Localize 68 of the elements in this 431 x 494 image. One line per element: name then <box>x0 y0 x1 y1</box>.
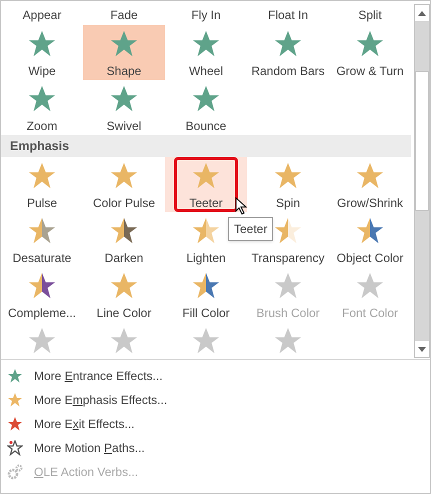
effect-label[interactable]: Compleme... <box>8 306 76 321</box>
tooltip: Teeter <box>228 217 274 241</box>
star-icon <box>355 161 385 191</box>
star-outline-icon <box>7 440 23 456</box>
effect-label[interactable]: Darken <box>104 251 144 266</box>
gears-icon <box>7 464 23 480</box>
star-icon <box>109 216 139 246</box>
effect-label[interactable]: Fly In <box>191 8 221 23</box>
star-icon <box>7 392 23 408</box>
down-arrow-icon <box>418 346 426 352</box>
star-icon <box>27 29 57 59</box>
menu-item[interactable]: More Emphasis Effects... <box>1 388 430 412</box>
star-icon <box>355 29 385 59</box>
star-icon <box>355 216 385 246</box>
star-icon <box>27 161 57 191</box>
effect-label[interactable]: Grow & Turn <box>336 64 404 79</box>
effect-label[interactable]: Lighten <box>186 251 226 266</box>
star-icon <box>109 161 139 191</box>
effect-label[interactable]: Appear <box>22 8 62 23</box>
star-icon <box>7 416 23 432</box>
section-header: Emphasis <box>1 135 411 157</box>
effect-label[interactable]: Zoom <box>26 119 58 134</box>
effect-label[interactable]: Fade <box>110 8 138 23</box>
effect-label[interactable]: Swivel <box>106 119 142 134</box>
star-icon <box>27 216 57 246</box>
star-icon <box>27 84 57 114</box>
scroll-thumb[interactable] <box>415 71 429 211</box>
up-arrow-icon <box>418 10 426 16</box>
effect-label[interactable]: Random Bars <box>251 64 325 79</box>
star-icon <box>109 29 139 59</box>
effect-label[interactable]: Line Color <box>96 306 152 321</box>
star-icon <box>273 216 303 246</box>
cursor-icon <box>235 197 248 215</box>
star-icon <box>191 29 221 59</box>
effect-label[interactable]: Transparency <box>252 251 324 266</box>
effect-label[interactable]: Split <box>358 8 382 23</box>
menu-item[interactable]: More Motion Paths... <box>1 436 430 460</box>
star-icon <box>109 84 139 114</box>
effect-label[interactable]: Grow/Shrink <box>336 196 404 211</box>
star-icon <box>27 271 57 301</box>
star-icon <box>191 271 221 301</box>
star-icon <box>355 271 385 301</box>
effect-label[interactable]: Wheel <box>188 64 223 79</box>
star-icon <box>273 29 303 59</box>
star-icon <box>273 271 303 301</box>
effect-label[interactable]: Fill Color <box>182 306 230 321</box>
scroll-up-button[interactable] <box>415 5 429 21</box>
effect-tile[interactable]: Shape <box>83 25 165 80</box>
effect-label[interactable]: Pulse <box>26 196 58 211</box>
effect-label[interactable]: Spin <box>276 196 300 211</box>
effect-label[interactable]: Color Pulse <box>92 196 156 211</box>
effect-tile[interactable]: Teeter <box>165 157 247 212</box>
star-icon <box>191 216 221 246</box>
effect-label[interactable]: Wipe <box>28 64 56 79</box>
highlight-frame <box>174 157 238 212</box>
star-icon <box>7 368 23 384</box>
star-icon <box>109 271 139 301</box>
star-icon <box>273 161 303 191</box>
star-icon <box>191 84 221 114</box>
menu-item[interactable]: More Exit Effects... <box>1 412 430 436</box>
effect-label[interactable]: Object Color <box>336 251 404 266</box>
effect-label[interactable]: Bounce <box>186 119 226 134</box>
scrollbar[interactable] <box>414 4 430 358</box>
scroll-down-button[interactable] <box>415 341 429 357</box>
effect-label[interactable]: Float In <box>268 8 308 23</box>
menu-item[interactable]: More Entrance Effects... <box>1 364 430 388</box>
effect-label[interactable]: Desaturate <box>12 251 72 266</box>
star-icon <box>191 161 221 191</box>
